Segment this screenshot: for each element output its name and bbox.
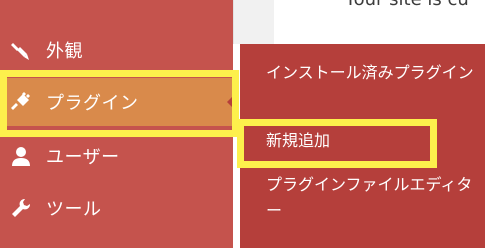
sidebar-item-label: ユーザー [46,147,120,168]
sidebar-item-tools[interactable]: ツール [0,184,233,232]
sidebar-item-appearance[interactable]: 外観 [0,26,233,74]
paintbrush-icon [10,39,32,61]
sidebar-item-label: ツール [46,199,102,220]
sidebar-item-label: プラグイン [46,93,139,114]
content-top-strip [233,0,274,44]
active-indicator-arrow [227,95,234,109]
site-status-text: Your site is cu [345,0,469,10]
submenu-item-add-new[interactable]: 新規追加 [266,128,476,154]
admin-sidebar: 外観 プラグイン ユーザー ツール [0,0,234,248]
wrench-icon [10,197,32,219]
submenu-item-installed-plugins[interactable]: インストール済みプラグイン [266,60,476,86]
submenu-item-plugin-editor[interactable]: プラグインファイルエディター [266,172,476,224]
sidebar-item-users[interactable]: ユーザー [0,132,233,180]
user-icon [10,145,32,167]
sidebar-item-label: 外観 [46,41,83,62]
plug-icon [10,91,32,113]
sidebar-item-plugins[interactable]: プラグイン [0,78,234,126]
plugins-submenu: インストール済みプラグイン 新規追加 プラグインファイルエディター [240,44,485,248]
